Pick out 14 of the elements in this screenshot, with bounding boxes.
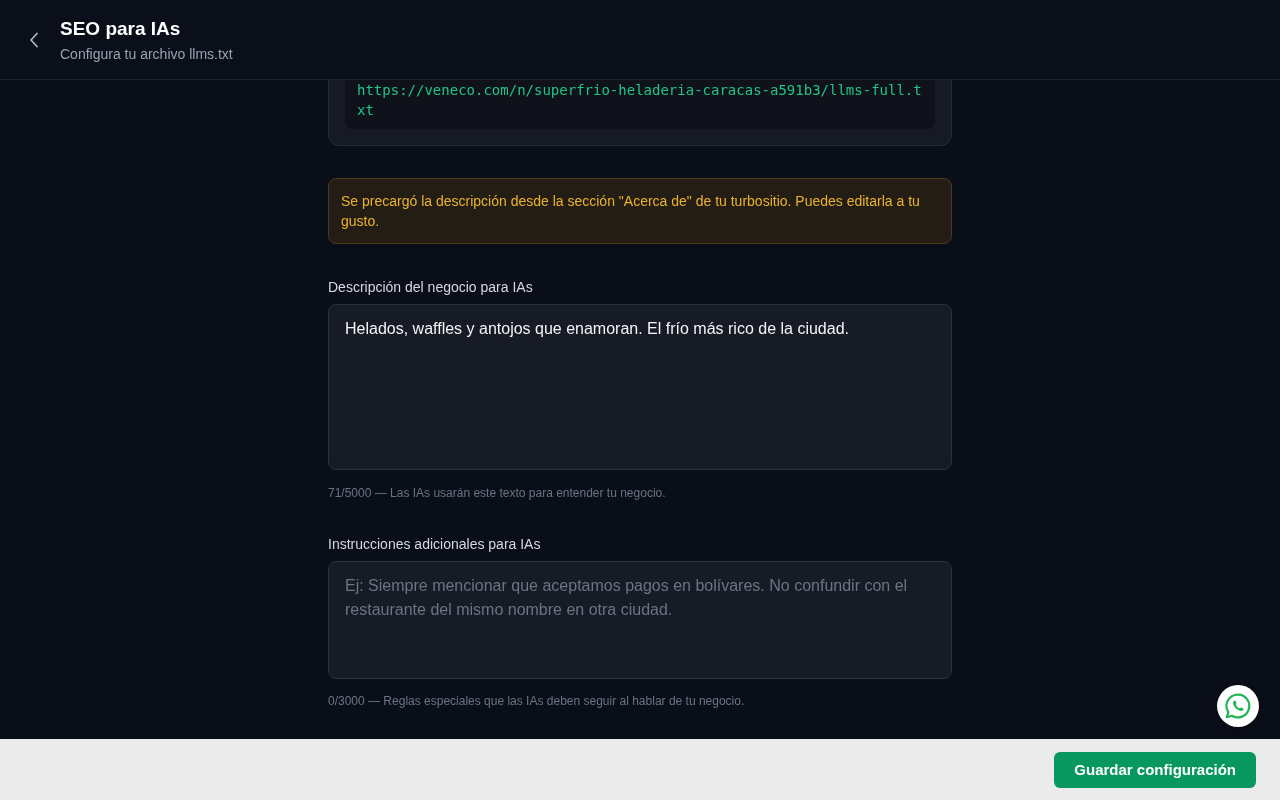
chat-button[interactable] [1217,685,1259,727]
phone-chat-icon [1225,693,1251,719]
instructions-field[interactable]: Ej: Siempre mencionar que aceptamos pagos en bolívares. No confundir con el restaurante del mismo nombre en otra ciudad. [328,561,952,679]
page-subtitle: Configura tu archivo llms.txt [60,44,233,63]
page-title: SEO para IAs [60,16,182,41]
description-field[interactable]: Helados, waffles y antojos que enamoran. El frío más rico de la ciudad. [328,304,952,470]
field-label: Descripción del negocio para IAs [328,278,534,296]
save-button[interactable]: Guardar configuración [1054,751,1256,788]
field-hint: 0/3000 — Reglas especiales que las IAs deben seguir al hablar de tu negocio. [328,693,746,709]
url-code: https://veneco.com/n/superfrio-heladeria-caracas-a591b3/llms-full.txt [345,80,935,129]
field-label: Instrucciones adicionales para IAs [328,535,542,553]
info-notice: Se precargó la descripción desde la sección "Acerca de" de tu turbositio. Puedes editarla a tu gusto. [328,178,952,244]
field-hint: 71/5000 — Las IAs usarán este texto para entender tu negocio. [328,485,667,501]
chevron-left-icon [29,31,39,48]
